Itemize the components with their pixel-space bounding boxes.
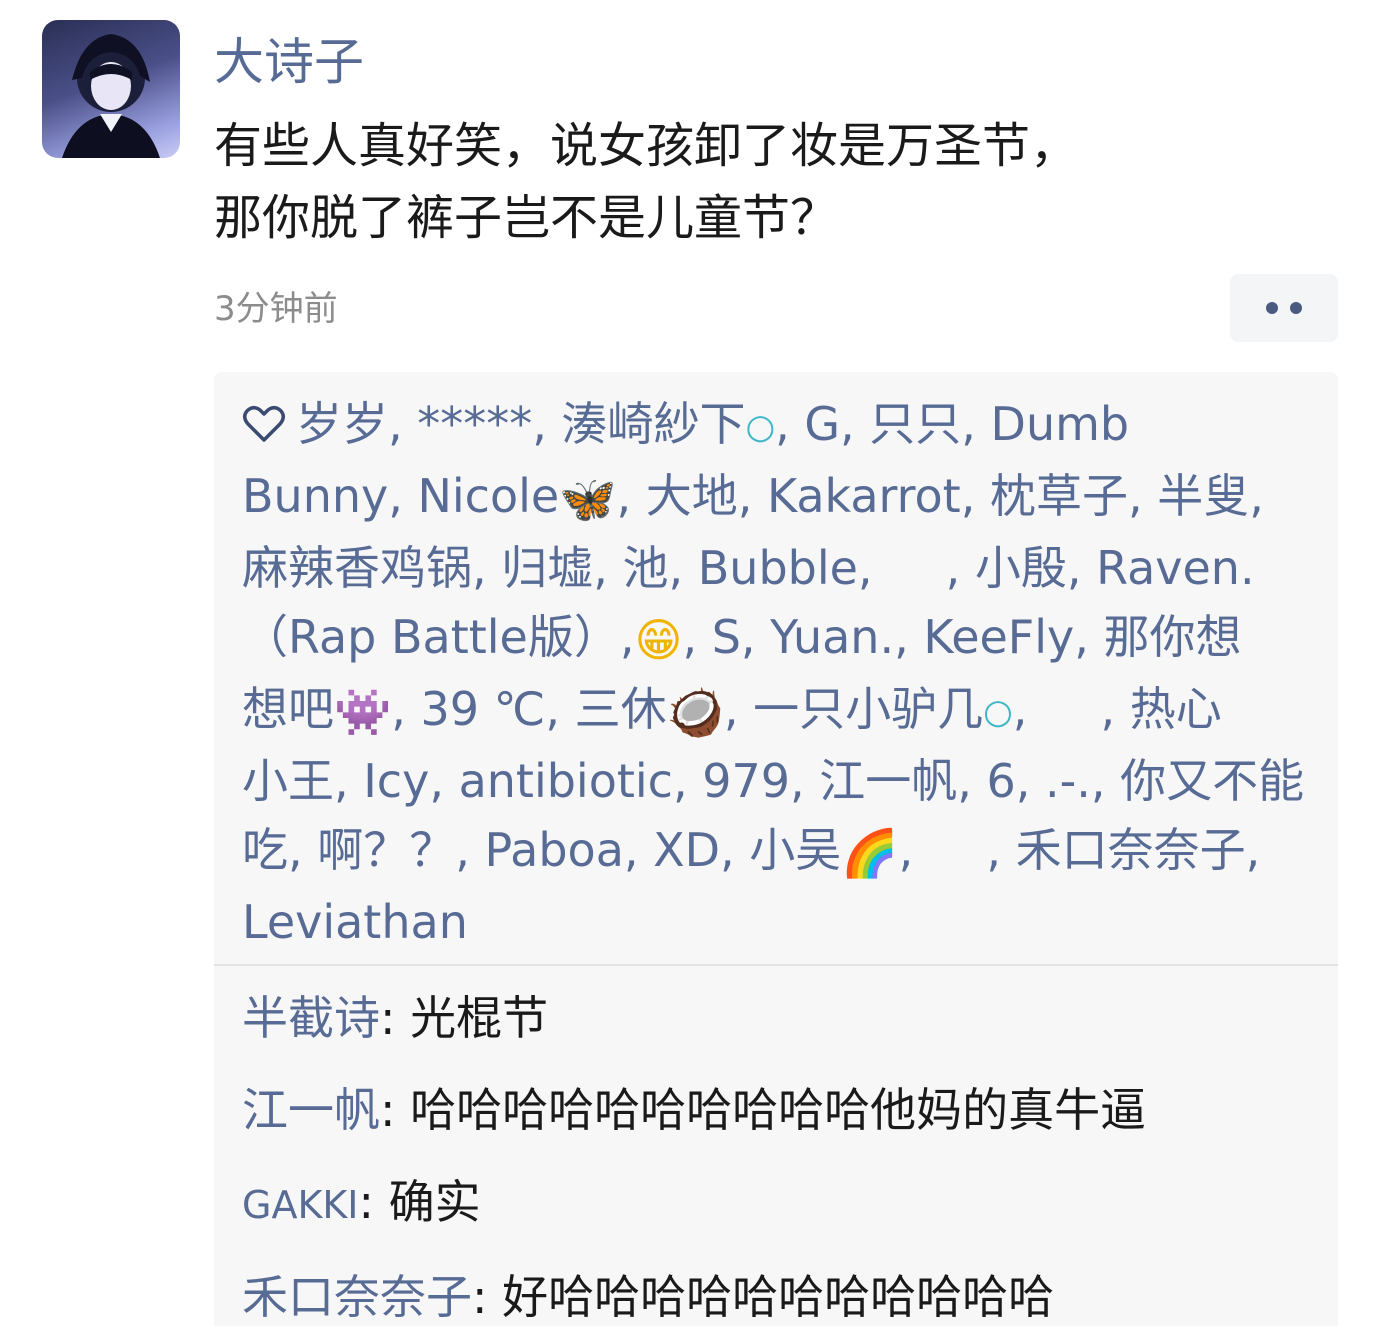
heart-outline-icon (243, 406, 285, 442)
alien-monster-icon: 👾 (334, 685, 392, 739)
comment-text: : 哈哈哈哈哈哈哈哈哈哈他妈的真牛逼 (380, 1083, 1147, 1137)
post-content-line: 有些人真好笑，说女孩卸了妆是万圣节， (214, 118, 1079, 174)
interaction-panel: 岁岁, *****, 湊崎紗下○, G, 只只, Dumb Bunny, Nic… (214, 372, 1338, 1326)
comment-author[interactable]: GAKKI (242, 1183, 359, 1227)
likes-text[interactable]: , S, Yuan., KeeFly, 那你想 (682, 610, 1241, 664)
likes-text[interactable]: , , 热心 (1013, 682, 1222, 736)
likes-text[interactable]: Bunny, Nicole (242, 469, 559, 523)
verified-circle-icon: ○ (983, 692, 1013, 732)
comment-author[interactable]: 禾口奈奈子 (242, 1270, 472, 1324)
likes-text[interactable]: , G, 只只, Dumb (775, 397, 1129, 451)
butterfly-icon: 🦋 (559, 472, 617, 526)
likes-line: Bunny, Nicole🦋, 大地, Kakarrot, 枕草子, 半叟, (242, 462, 1322, 534)
likes-text[interactable]: 想吧 (242, 682, 334, 736)
likes-text[interactable]: , 一只小驴几 (724, 682, 983, 736)
likes-text[interactable]: , 大地, Kakarrot, 枕草子, 半叟, (616, 469, 1263, 523)
avatar-image (62, 34, 160, 158)
comment-text: : 确实 (358, 1175, 481, 1229)
likes-line: 吃, 啊？？, Paboa, XD, 小吴🌈, , 禾口奈奈子, (242, 816, 1322, 888)
comment-item[interactable]: GAKKI: 确实 (242, 1170, 1322, 1237)
likes-text[interactable]: 岁岁, *****, 湊崎紗下 (296, 397, 746, 451)
post-time: 3分钟前 (214, 289, 338, 329)
likes-list: 岁岁, *****, 湊崎紗下○, G, 只只, Dumb Bunny, Nic… (242, 390, 1322, 957)
comments-list: 半截诗: 光棍节 江一帆: 哈哈哈哈哈哈哈哈哈哈他妈的真牛逼 GAKKI: 确实… (242, 986, 1322, 1326)
likes-text[interactable]: Leviathan (242, 895, 468, 949)
comment-text: : 好哈哈哈哈哈哈哈哈哈哈哈 (472, 1270, 1055, 1324)
likes-line: Leviathan (242, 888, 1322, 957)
comment-item[interactable]: 江一帆: 哈哈哈哈哈哈哈哈哈哈他妈的真牛逼 (242, 1078, 1322, 1142)
comment-author[interactable]: 半截诗 (242, 991, 380, 1045)
likes-line: 想吧👾, 39 ℃, 三休🥥, 一只小驴几○, , 热心 (242, 675, 1322, 747)
comment-author[interactable]: 江一帆 (242, 1083, 380, 1137)
likes-text[interactable]: 吃, 啊？？, Paboa, XD, 小吴 (242, 823, 841, 877)
rainbow-icon: 🌈 (841, 826, 899, 880)
likes-text[interactable]: , 39 ℃, 三休 (391, 682, 666, 736)
likes-text[interactable]: , , 禾口奈奈子, (899, 823, 1261, 877)
likes-line: （Rap Battle版）,😁, S, Yuan., KeeFly, 那你想 (242, 603, 1322, 675)
more-button[interactable] (1230, 274, 1338, 342)
verified-circle-icon: ○ (745, 407, 776, 447)
comment-item[interactable]: 禾口奈奈子: 好哈哈哈哈哈哈哈哈哈哈哈 (242, 1265, 1322, 1326)
likes-text[interactable]: 小王, Icy, antibiotic, 979, 江一帆, 6, .-., 你… (242, 754, 1304, 808)
post-content: 有些人真好笑，说女孩卸了妆是万圣节， 那你脱了裤子岂不是儿童节？ (214, 110, 1334, 254)
likes-line: 岁岁, *****, 湊崎紗下○, G, 只只, Dumb (242, 390, 1322, 462)
moments-post: 大诗子 有些人真好笑，说女孩卸了妆是万圣节， 那你脱了裤子岂不是儿童节？ 3分钟… (0, 0, 1380, 1326)
post-username[interactable]: 大诗子 (214, 30, 364, 94)
divider (214, 964, 1338, 966)
grinning-face-icon: 😁 (634, 613, 683, 667)
post-content-line: 那你脱了裤子岂不是儿童节？ (214, 190, 839, 246)
avatar[interactable] (42, 20, 180, 158)
likes-line: 小王, Icy, antibiotic, 979, 江一帆, 6, .-., 你… (242, 747, 1322, 816)
more-dots-icon (1290, 302, 1302, 314)
comment-text: : 光棍节 (380, 991, 549, 1045)
coconut-icon: 🥥 (666, 685, 724, 739)
likes-text[interactable]: （Rap Battle版）, (242, 610, 634, 664)
likes-text[interactable]: 麻辣香鸡锅, 归墟, 池, Bubble, , 小殷, Raven. (242, 541, 1255, 595)
likes-line: 麻辣香鸡锅, 归墟, 池, Bubble, , 小殷, Raven. (242, 534, 1322, 603)
comment-item[interactable]: 半截诗: 光棍节 (242, 986, 1322, 1050)
more-dots-icon (1266, 302, 1278, 314)
